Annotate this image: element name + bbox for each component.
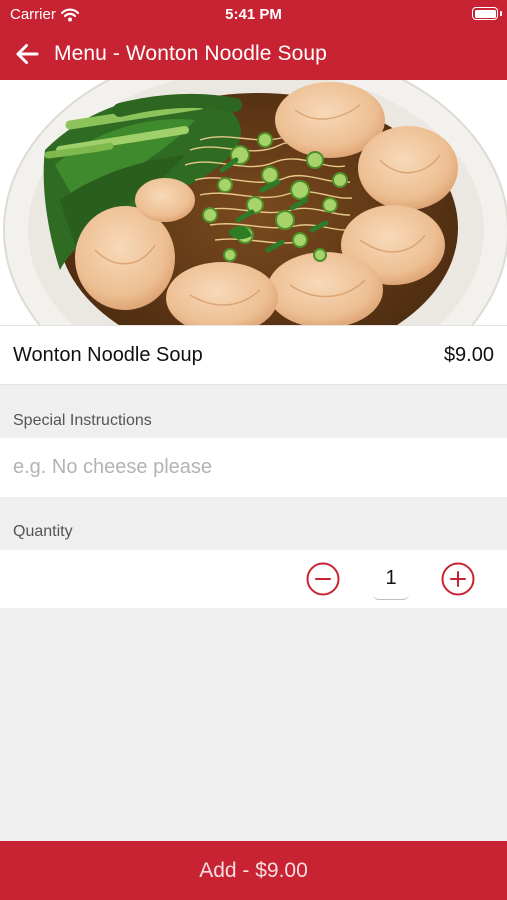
item-name: Wonton Noodle Soup (13, 343, 203, 366)
battery-icon (472, 7, 498, 20)
battery-level (474, 9, 496, 18)
increment-button[interactable] (441, 562, 475, 596)
quantity-stepper: 1 (0, 550, 507, 608)
special-instructions-input[interactable] (13, 438, 493, 497)
quantity-label: Quantity (13, 523, 73, 540)
minus-circle-icon (306, 562, 340, 596)
special-instructions-label: Special Instructions (13, 412, 152, 429)
arrow-left-icon (16, 44, 39, 64)
add-to-order-button[interactable]: Add - $9.00 (0, 841, 507, 900)
status-bar: Carrier 5:41 PM (0, 0, 507, 28)
header: Carrier 5:41 PM Menu - Wonton Noodle Sou… (0, 0, 507, 80)
add-button-label: Add - $9.00 (199, 858, 308, 882)
plus-circle-icon (441, 562, 475, 596)
item-row: Wonton Noodle Soup $9.00 (0, 325, 507, 385)
item-price: $9.00 (443, 343, 494, 366)
navigation-bar: Menu - Wonton Noodle Soup (0, 28, 507, 80)
back-button[interactable] (0, 28, 54, 80)
special-instructions-row (0, 438, 507, 497)
decrement-button[interactable] (306, 562, 340, 596)
wonton-soup-image (0, 80, 507, 325)
quantity-value[interactable]: 1 (373, 562, 409, 600)
food-photo (0, 80, 507, 325)
page-title: Menu - Wonton Noodle Soup (54, 42, 327, 65)
battery-cap (500, 11, 502, 16)
status-time: 5:41 PM (225, 6, 282, 23)
